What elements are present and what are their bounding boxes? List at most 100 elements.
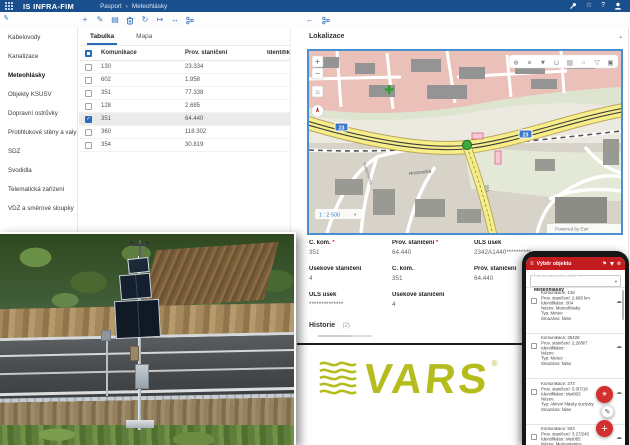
map-zoom-controls[interactable]: + − ⌂ [312,56,324,117]
section-collapse-icon[interactable]: ▴ [619,34,622,40]
flag-icon[interactable]: ⚑ [602,261,606,267]
row-checkbox[interactable] [85,116,92,123]
close-icon[interactable]: ⊗ [617,261,621,267]
vars-logo-reg: ® [492,359,498,368]
table-row[interactable]: 602 1.958 [79,74,290,87]
chevron-down-icon: ▾ [615,279,617,285]
sidebar-item-label: SDZ [8,148,20,155]
share-panel-button[interactable] [322,16,330,25]
tab-mapa[interactable]: Mapa [133,28,155,45]
map-toolbar[interactable]: ⊕ ≡ ▼ ⊔ ▤ ○ ▽ ▣ [509,55,618,68]
print-icon: ▣ [607,60,613,67]
object-type-select[interactable]: Zvolte typ pasportového objektu Meteohlá… [530,275,621,287]
cell-komunikace: 351 [101,116,185,122]
junction-box [130,346,139,361]
tab-label: Mapa [136,33,152,40]
delete-record-button[interactable] [126,16,134,25]
sidebar-item-label: Meteohlásky [8,72,45,79]
sidebar-item[interactable]: SDZ [0,142,77,161]
scrollbar[interactable] [622,290,624,320]
cloud-download-icon[interactable]: ☁ [616,389,622,422]
refresh-button[interactable]: ↻ [141,13,149,27]
select-all-checkbox[interactable] [85,50,92,57]
table-row[interactable]: 360 118.302 [79,126,290,139]
object-list-item[interactable]: Komunikace: 128 Prov. staničení: 2.685 k… [526,287,625,333]
panel-toolbar: ← [306,13,330,27]
row-checkbox[interactable] [85,64,92,71]
vars-logo-mark [318,359,358,399]
column-header-prov-stanceni[interactable]: Prov. staničení [185,50,267,56]
sidebar-item[interactable]: Dopravní ostrůvky [0,104,77,123]
sidebar-item[interactable]: Meteohlásky [0,66,77,85]
detail-field: Úsekové staničení 4 [309,266,392,292]
row-checkbox[interactable] [85,77,92,84]
sidebar-item[interactable]: Telematická zařízení [0,180,77,199]
map-station-label [472,133,483,139]
breadcrumb-root[interactable]: Pasport [100,3,122,10]
table-row[interactable]: 351 64.440 [79,113,290,126]
attach-button[interactable]: ↦ [156,13,164,27]
detail-field: Č. kom. 351 [309,240,392,266]
sidebar-edit-icon[interactable]: ✎ [2,14,9,23]
map-widget[interactable]: 23 23 351 Hrotovická Račerovická 1 : 2 5… [307,49,623,235]
item-details: Komunikace: 373 Prov. staničení: 5.0/7/1… [541,382,596,413]
row-checkbox[interactable] [85,142,92,149]
map-selected-object-marker[interactable] [462,140,471,149]
pin-icon[interactable] [569,2,577,10]
share-button[interactable] [186,16,194,25]
cell-prov-stanceni: 64.440 [185,116,267,122]
column-header-identifikator[interactable]: Identifikátor [267,50,290,56]
app-header: IS INFRA-FIM Pasport › Meteohlásky ☆ ? [0,0,630,12]
edit-fab-button[interactable]: ✎ [601,405,614,418]
sidebar-item-label: Protihlukové stěny a valy [8,129,76,136]
sidebar-item[interactable]: Protihlukové stěny a valy [0,123,77,142]
station-base [126,420,154,428]
resize-button[interactable]: ↔ [171,13,179,27]
row-checkbox[interactable] [85,129,92,136]
app-launcher-icon[interactable] [5,2,13,10]
photo-meteo-station [100,254,180,434]
sidebar-item[interactable]: Svodidla [0,161,77,180]
object-list-item[interactable]: Komunikace: 35428 Prov. staničení: 2.20/… [526,333,625,379]
favorite-star-icon[interactable]: ☆ [586,0,592,12]
row-checkbox[interactable] [85,103,92,110]
sidebar-item[interactable]: Kanalizace [0,47,77,66]
item-checkbox[interactable] [531,343,537,349]
sidebar: Kabelovody Kanalizace Meteohlásky Objekt… [0,28,78,232]
sidebar-item-label: Objekty KSUSV [8,91,52,98]
form-view-button[interactable]: ▤ [111,13,119,27]
map-canvas[interactable]: 23 23 351 Hrotovická Račerovická 1 : 2 5… [309,51,621,233]
sidebar-item[interactable]: Objekty KSUSV [0,85,77,104]
sidebar-item-label: Dopravní ostrůvky [8,110,58,117]
menu-icon[interactable]: ≡ [530,261,534,267]
field-label: Č. kom. [392,266,474,272]
map-scale-control[interactable]: 1 : 2 500 ▾ [315,209,363,219]
historie-section[interactable]: Historie (2) [309,314,352,337]
locate-fab-button[interactable]: ⌖ [596,386,613,403]
field-value: 4 [392,301,474,308]
item-checkbox[interactable] [531,298,537,304]
filter-icon[interactable] [610,262,614,266]
help-icon[interactable]: ? [601,0,605,12]
user-profile-icon[interactable] [614,2,622,10]
table-row[interactable]: 130 23.334 [79,61,290,74]
edit-record-button[interactable]: ✎ [96,13,104,27]
sidebar-item[interactable]: VDZ a směrové sloupky [0,199,77,218]
column-header-komunikace[interactable]: Komunikace [101,50,185,56]
cloud-download-icon[interactable]: ☁ [616,434,622,445]
add-record-button[interactable]: + [81,13,89,27]
tab-tabulka[interactable]: Tabulka [87,28,117,45]
vars-logo-text: VARS [362,358,492,400]
sidebar-item[interactable]: Kabelovody [0,28,77,47]
cloud-download-icon[interactable]: ☁ [616,343,622,376]
item-checkbox[interactable] [531,389,537,395]
sidebar-item-label: VDZ a směrové sloupky [8,205,74,212]
route-shield-23: 23 [335,123,348,131]
row-checkbox[interactable] [85,90,92,97]
table-row[interactable]: 354 30.819 [79,139,290,152]
table-row[interactable]: 351 77.338 [79,87,290,100]
item-checkbox[interactable] [531,434,537,440]
back-button[interactable]: ← [306,13,314,27]
add-fab-button[interactable]: + [596,420,613,437]
table-row[interactable]: 128 2.685 [79,100,290,113]
